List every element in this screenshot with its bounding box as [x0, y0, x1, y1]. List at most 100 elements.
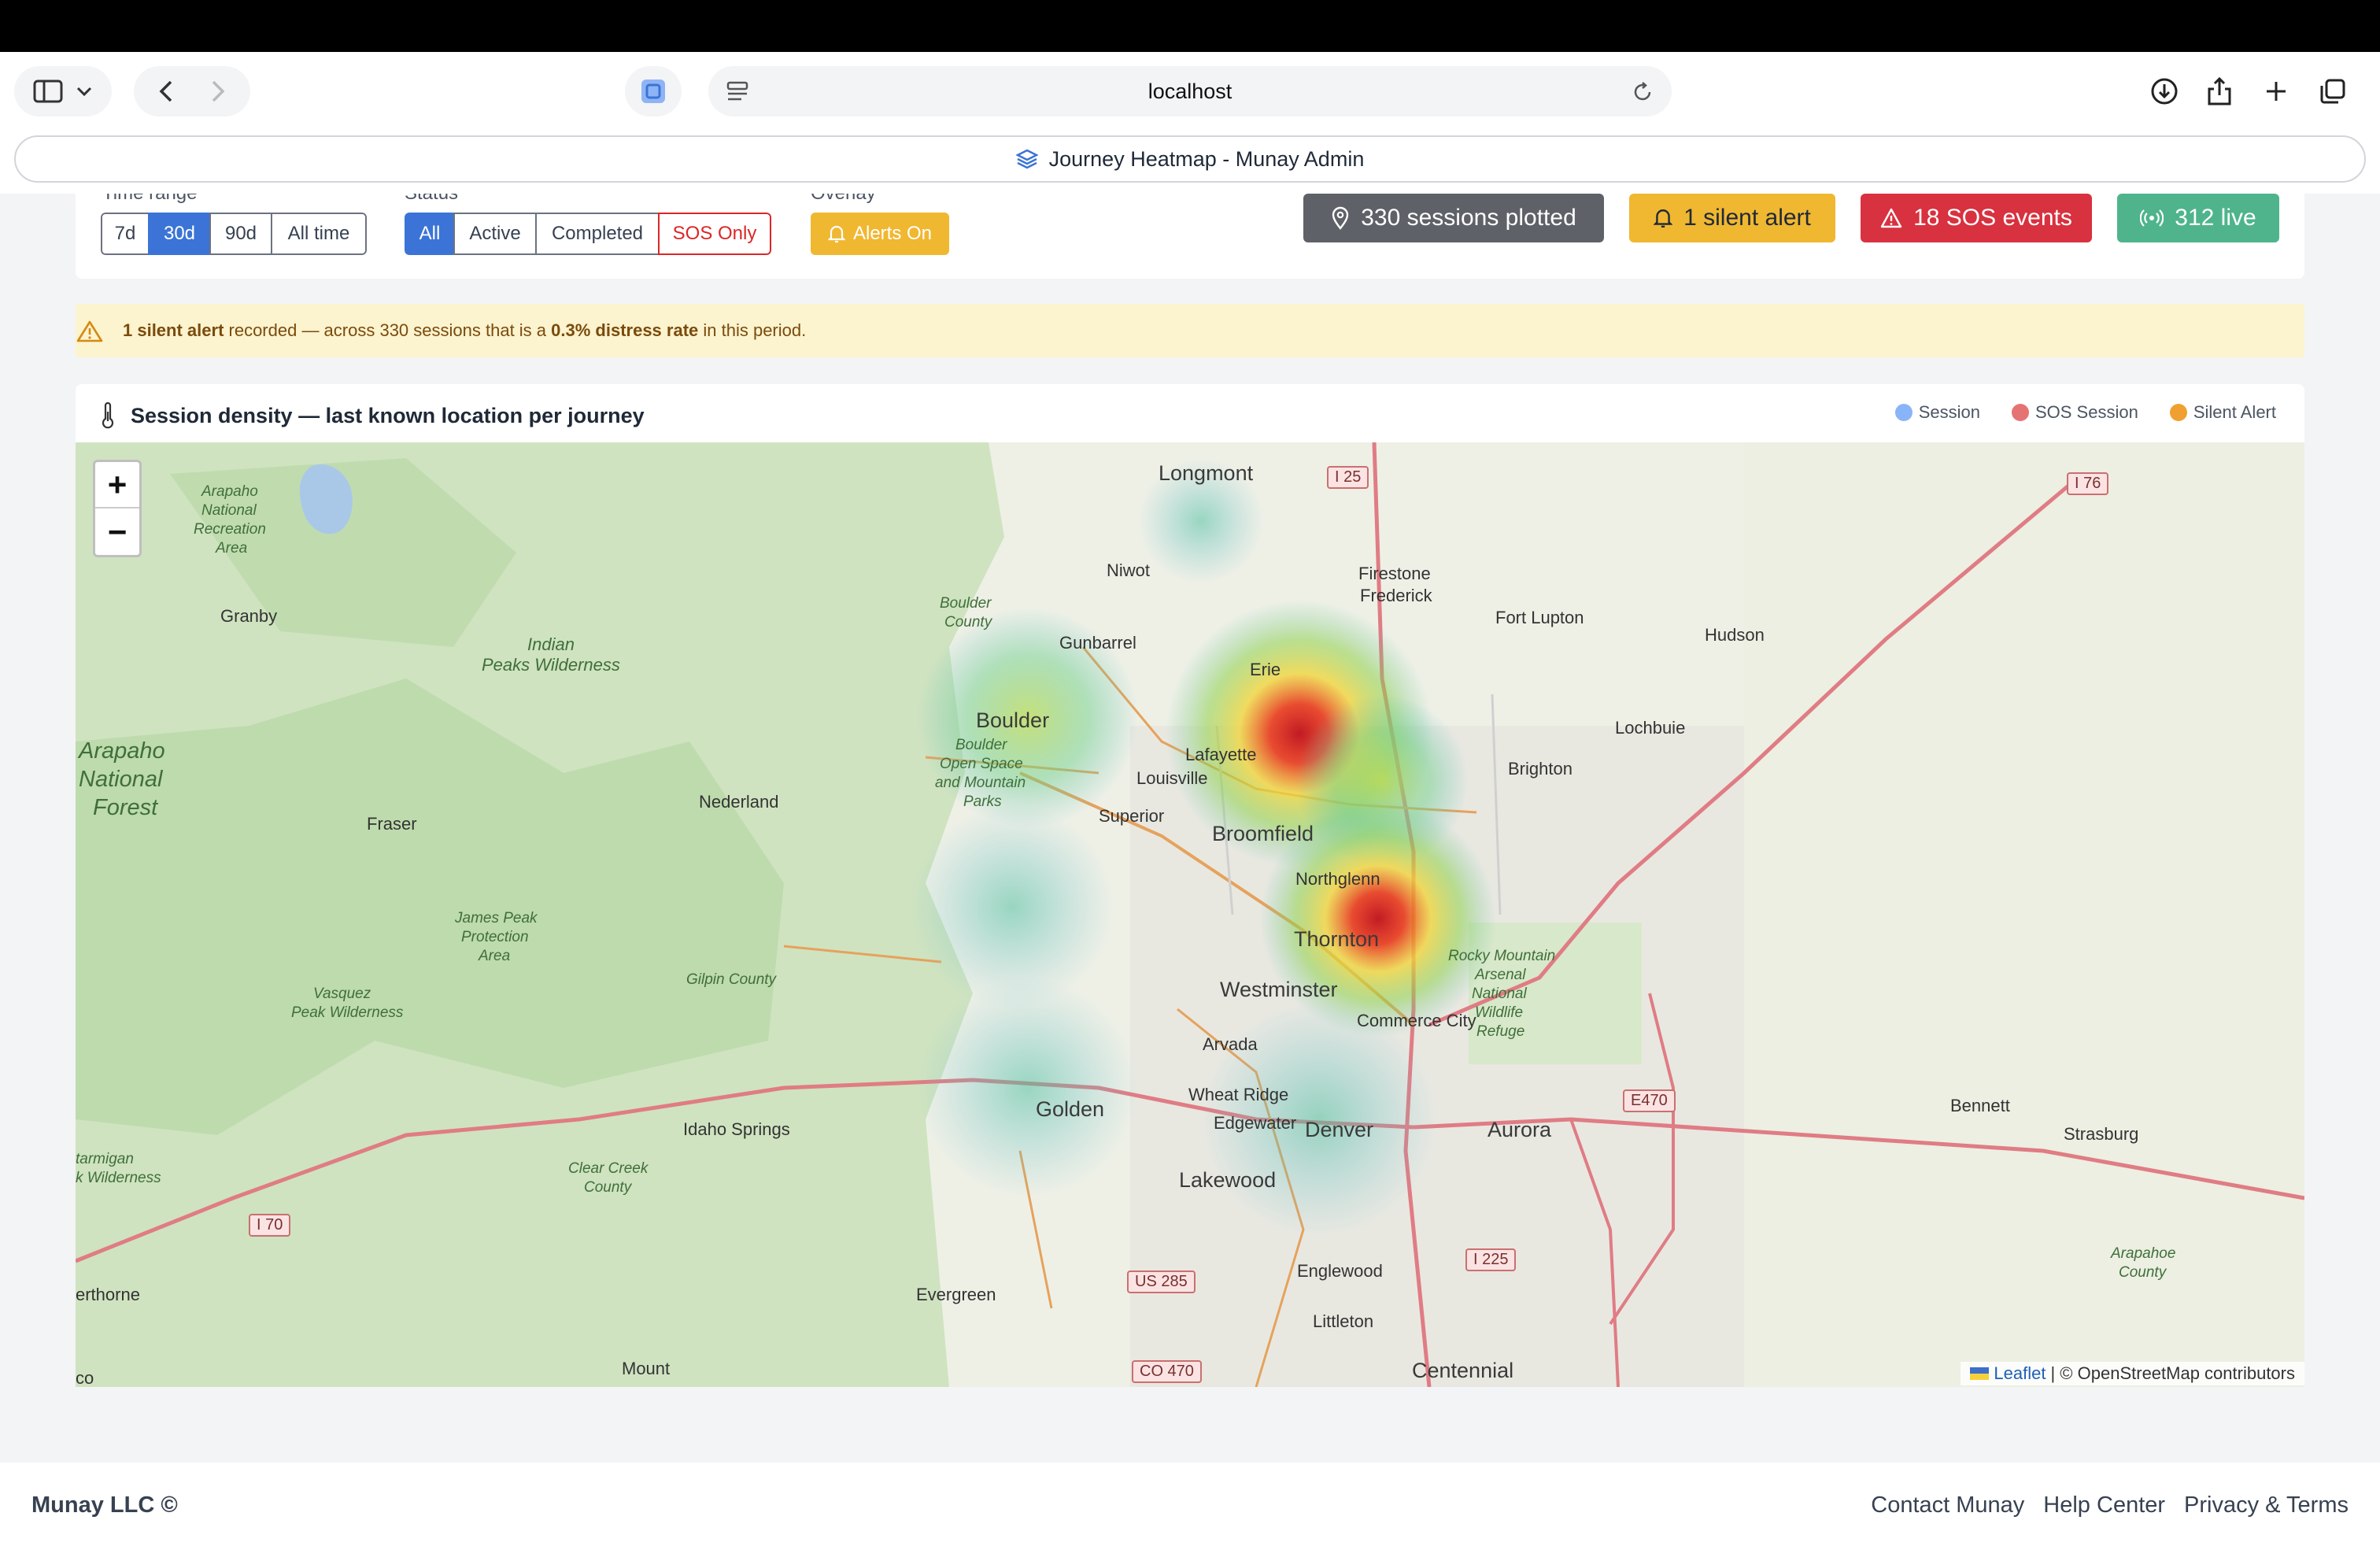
legend-silent-alert: Silent Alert	[2169, 402, 2276, 423]
forward-icon[interactable]	[211, 80, 225, 103]
time-range-7d[interactable]: 7d	[101, 213, 150, 255]
page-menu-icon[interactable]	[726, 80, 749, 102]
warning-icon	[1880, 208, 1902, 228]
place-arapaho-nra-3: Recreation	[194, 521, 266, 538]
place-broomfield: Broomfield	[1212, 822, 1314, 845]
zoom-in-button[interactable]: +	[95, 462, 139, 509]
place-rma-5: Refuge	[1476, 1023, 1525, 1040]
heat-blob-golden	[918, 978, 1138, 1198]
ukraine-flag-icon	[1970, 1367, 1990, 1380]
distress-banner: 1 silent alert recorded — across 330 ses…	[76, 304, 2304, 357]
place-arvada: Arvada	[1203, 1034, 1258, 1054]
time-range-all[interactable]: All time	[271, 213, 367, 255]
url-bar[interactable]: localhost	[708, 66, 1672, 117]
place-commerce-city: Commerce City	[1357, 1011, 1476, 1030]
place-boulder-os-4: Parks	[963, 793, 1002, 810]
place-boulder-county-2: County	[944, 614, 992, 631]
legend-session-label: Session	[1918, 402, 1980, 422]
place-vasquez-2: Peak Wilderness	[291, 1004, 404, 1021]
status-sos-only[interactable]: SOS Only	[658, 213, 771, 255]
alerts-toggle-button[interactable]: Alerts On	[811, 213, 949, 255]
place-boulder-os-3: and Mountain	[935, 775, 1026, 791]
place-arapaho-nra-4: Area	[216, 540, 248, 557]
place-louisville: Louisville	[1136, 768, 1208, 788]
attribution-text: | © OpenStreetMap contributors	[2050, 1363, 2295, 1383]
map-pin-icon	[1332, 206, 1349, 230]
place-boulder-os-2: Open Space	[940, 756, 1023, 772]
status-all[interactable]: All	[405, 213, 455, 255]
place-lafayette: Lafayette	[1185, 745, 1257, 764]
status-label: Status	[405, 194, 458, 205]
legend-sos-swatch	[2011, 404, 2029, 421]
place-clear-creek-1: Clear Creek	[568, 1160, 649, 1177]
heatmap-map[interactable]: Longmont Niwot Firestone Frederick Fort …	[76, 442, 2304, 1387]
place-boulder: Boulder	[976, 708, 1050, 732]
new-tab-button[interactable]	[2252, 66, 2300, 117]
time-range-group: 7d 30d 90d All time	[101, 213, 367, 255]
tab-overview-button[interactable]	[2309, 66, 2356, 117]
extension-button[interactable]	[625, 66, 682, 117]
zoom-out-button[interactable]: −	[95, 509, 139, 555]
chevron-down-icon[interactable]	[76, 86, 93, 97]
shield-e470: E470	[1623, 1089, 1676, 1112]
legend-sos-session: SOS Session	[2011, 402, 2138, 423]
footer-link-contact[interactable]: Contact Munay	[1871, 1492, 2024, 1518]
place-fort-lupton: Fort Lupton	[1495, 608, 1584, 627]
reload-icon[interactable]	[1631, 80, 1654, 104]
map-base[interactable]	[76, 442, 2304, 1387]
plus-icon	[2267, 82, 2286, 101]
sos-events-badge: 18 SOS events	[1861, 194, 2092, 242]
place-co: co	[76, 1368, 94, 1387]
place-james-peak-2: Protection	[461, 929, 529, 945]
banner-strong-rate: 0.3% distress rate	[551, 320, 699, 340]
legend-silent-swatch	[2169, 404, 2187, 421]
shield-co470: CO 470	[1132, 1360, 1202, 1383]
sidebar-toggle-group[interactable]	[14, 66, 112, 117]
place-granby: Granby	[220, 606, 278, 626]
status-group: All Active Completed SOS Only	[405, 213, 771, 255]
sessions-plotted-text: 330 sessions plotted	[1361, 205, 1576, 231]
place-niwot: Niwot	[1107, 560, 1151, 580]
silent-alert-badge: 1 silent alert	[1629, 194, 1835, 242]
map-card-header: Session density — last known location pe…	[101, 400, 645, 431]
overlay-label: Overlay	[811, 194, 876, 205]
place-erie: Erie	[1250, 660, 1281, 679]
time-range-30d[interactable]: 30d	[148, 213, 211, 255]
status-completed[interactable]: Completed	[535, 213, 660, 255]
place-mount: Mount	[622, 1359, 671, 1378]
download-icon	[2151, 78, 2178, 105]
banner-text-2: in this period.	[698, 320, 807, 340]
silent-alert-text: 1 silent alert	[1683, 205, 1811, 231]
footer-link-privacy[interactable]: Privacy & Terms	[2184, 1492, 2349, 1518]
broadcast-icon	[2140, 209, 2164, 227]
time-range-90d[interactable]: 90d	[209, 213, 272, 255]
legend-sos-label: SOS Session	[2034, 402, 2138, 422]
back-icon[interactable]	[159, 80, 173, 103]
leaflet-link[interactable]: Leaflet	[1994, 1363, 2046, 1384]
place-arapaho-nf-1: Arapaho	[79, 738, 165, 764]
place-boulder-os-1: Boulder	[955, 737, 1007, 753]
place-erthorne: erthorne	[76, 1285, 140, 1304]
place-brighton: Brighton	[1508, 759, 1572, 779]
banner-text: 1 silent alert recorded — across 330 ses…	[123, 320, 806, 341]
place-indian-peaks-2: Peaks Wilderness	[482, 655, 620, 675]
zoom-control: + −	[93, 460, 142, 557]
downloads-button[interactable]	[2141, 66, 2188, 117]
active-tab[interactable]: Journey Heatmap - Munay Admin	[14, 135, 2366, 183]
share-button[interactable]	[2196, 66, 2243, 117]
place-northglenn: Northglenn	[1295, 869, 1380, 889]
legend-session-swatch	[1894, 404, 1913, 421]
footer-link-help[interactable]: Help Center	[2043, 1492, 2165, 1518]
tab-title: Journey Heatmap - Munay Admin	[1048, 146, 1365, 171]
shield-i70: I 70	[249, 1214, 291, 1237]
place-centennial: Centennial	[1412, 1359, 1514, 1382]
sidebar-icon[interactable]	[33, 80, 63, 103]
place-rma-3: National	[1472, 986, 1527, 1002]
place-longmont: Longmont	[1159, 461, 1254, 485]
url-text: localhost	[1148, 79, 1232, 103]
system-top-bar	[0, 0, 2380, 52]
status-active[interactable]: Active	[453, 213, 537, 255]
banner-text-1: recorded — across 330 sessions that is a	[224, 320, 552, 340]
place-rma-1: Rocky Mountain	[1448, 948, 1556, 964]
heat-blob-foothills	[910, 804, 1114, 1009]
